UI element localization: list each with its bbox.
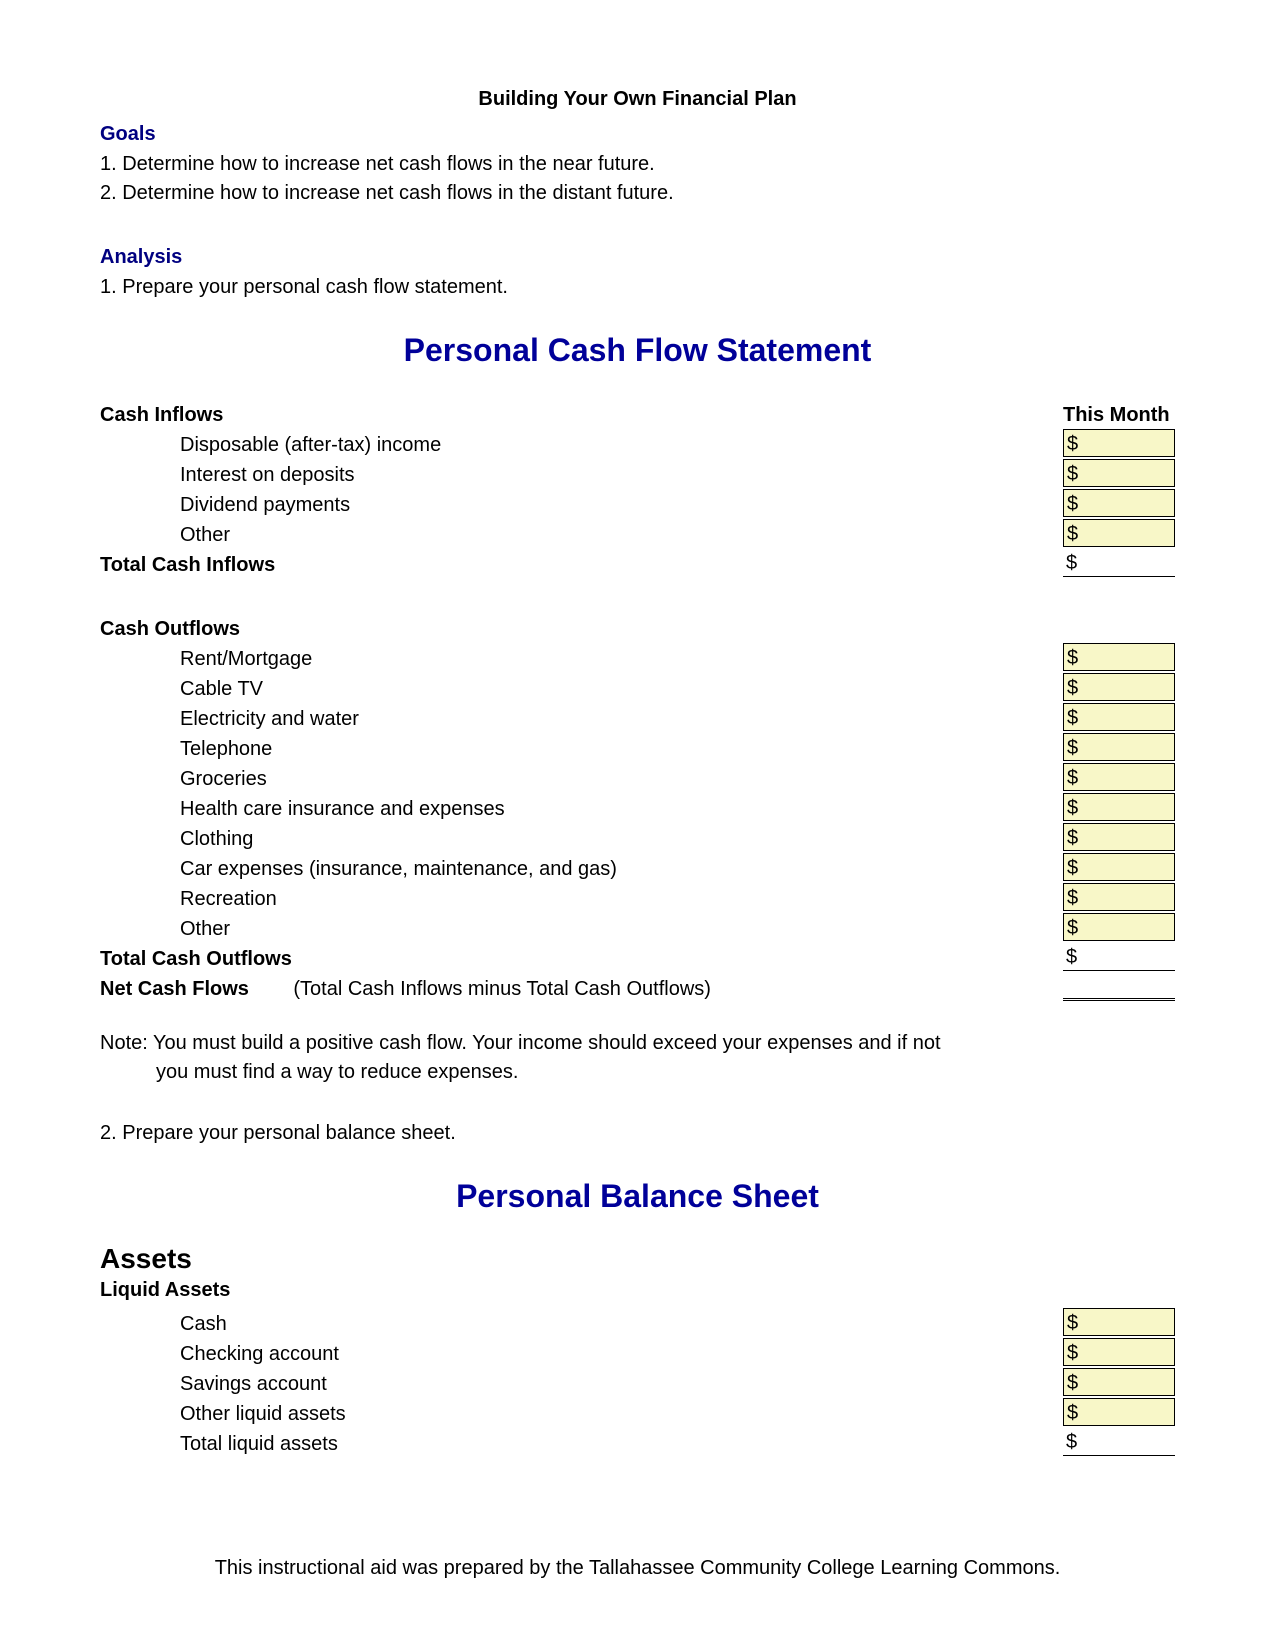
amount-input[interactable]: $ [1063, 1308, 1175, 1336]
outflow-item: Health care insurance and expenses [180, 791, 740, 821]
amount-input[interactable]: $ [1063, 703, 1175, 731]
amount-input[interactable]: $ [1063, 853, 1175, 881]
net-paren: (Total Cash Inflows minus Total Cash Out… [293, 978, 711, 1000]
liquid-item: Savings account [180, 1366, 740, 1396]
cashflow-title: Personal Cash Flow Statement [100, 332, 1175, 369]
outflow-item: Electricity and water [180, 701, 740, 731]
total-inflows-value: $ [1063, 549, 1175, 577]
amount-input[interactable]: $ [1063, 823, 1175, 851]
goal-item: 1. Determine how to increase net cash fl… [100, 150, 1175, 179]
note-block: Note: You must build a positive cash flo… [100, 1029, 1175, 1087]
analysis-item: 1. Prepare your personal cash flow state… [100, 273, 1175, 302]
outflows-header: Cash Outflows [100, 611, 1175, 641]
outflow-item: Telephone [180, 731, 740, 761]
liquid-item: Checking account [180, 1336, 740, 1366]
inflow-item: Dividend payments [180, 487, 740, 517]
outflow-item: Rent/Mortgage [180, 641, 740, 671]
outflow-item: Car expenses (insurance, maintenance, an… [180, 851, 740, 881]
inflow-item: Other [180, 517, 740, 547]
amount-input[interactable]: $ [1063, 1368, 1175, 1396]
footer-text: This instructional aid was prepared by t… [0, 1557, 1275, 1580]
cashflow-table: Cash Inflows This Month Disposable (afte… [100, 397, 1175, 1001]
page: Building Your Own Financial Plan Goals 1… [0, 0, 1275, 1496]
goals-heading: Goals [100, 123, 1175, 146]
outflow-item: Clothing [180, 821, 740, 851]
inflow-item: Interest on deposits [180, 457, 740, 487]
outflow-item: Cable TV [180, 671, 740, 701]
note-line: Note: You must build a positive cash flo… [100, 1029, 1175, 1058]
amount-input[interactable]: $ [1063, 673, 1175, 701]
document-title: Building Your Own Financial Plan [100, 88, 1175, 111]
amount-input[interactable]: $ [1063, 883, 1175, 911]
outflow-item: Other [180, 911, 740, 941]
inflow-item: Disposable (after-tax) income [180, 427, 740, 457]
liquid-item: Cash [180, 1306, 740, 1336]
amount-input[interactable]: $ [1063, 763, 1175, 791]
amount-input[interactable]: $ [1063, 1338, 1175, 1366]
total-outflows-value: $ [1063, 943, 1175, 971]
amount-input[interactable]: $ [1063, 459, 1175, 487]
analysis-heading: Analysis [100, 246, 1175, 269]
balance-sheet-title: Personal Balance Sheet [100, 1178, 1175, 1215]
assets-heading: Assets [100, 1243, 1175, 1275]
this-month-header: This Month [1063, 397, 1175, 427]
amount-input[interactable]: $ [1063, 519, 1175, 547]
amount-input[interactable]: $ [1063, 489, 1175, 517]
inflows-header: Cash Inflows [100, 397, 740, 427]
total-outflows-label: Total Cash Outflows [100, 941, 740, 971]
amount-input[interactable]: $ [1063, 913, 1175, 941]
amount-input[interactable]: $ [1063, 793, 1175, 821]
net-value [1063, 973, 1175, 1001]
goal-item: 2. Determine how to increase net cash fl… [100, 179, 1175, 208]
total-liquid-value: $ [1063, 1428, 1175, 1456]
liquid-assets-heading: Liquid Assets [100, 1279, 1175, 1302]
total-liquid-label: Total liquid assets [180, 1426, 740, 1456]
amount-input[interactable]: $ [1063, 1398, 1175, 1426]
outflow-item: Groceries [180, 761, 740, 791]
amount-input[interactable]: $ [1063, 643, 1175, 671]
liquid-assets-table: Cash $ Checking account $ Savings account $… [100, 1306, 1175, 1456]
total-inflows-label: Total Cash Inflows [100, 547, 740, 577]
amount-input[interactable]: $ [1063, 733, 1175, 761]
analysis-item: 2. Prepare your personal balance sheet. [100, 1119, 1175, 1148]
liquid-item: Other liquid assets [180, 1396, 740, 1426]
net-label: Net Cash Flows [100, 978, 249, 1000]
amount-input[interactable]: $ [1063, 429, 1175, 457]
outflow-item: Recreation [180, 881, 740, 911]
note-line: you must find a way to reduce expenses. [156, 1058, 1175, 1087]
